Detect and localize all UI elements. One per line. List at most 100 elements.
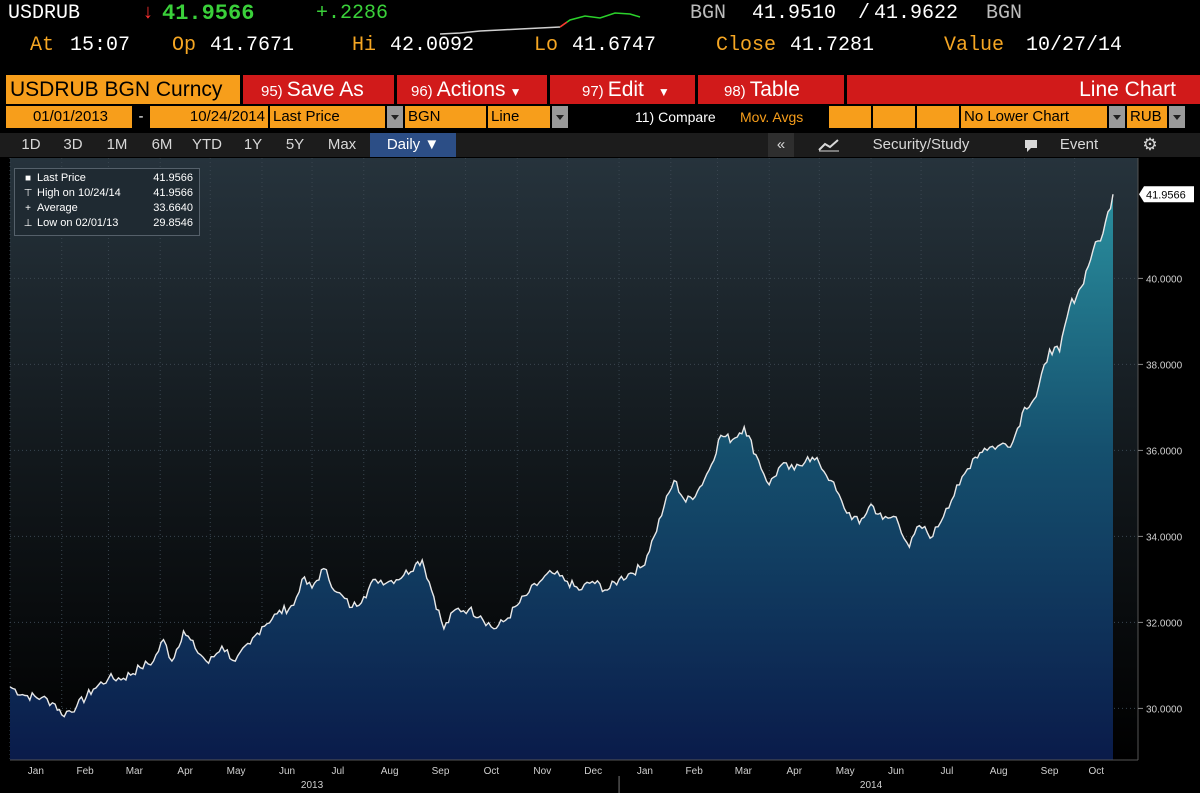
actions-label: Actions (436, 78, 506, 101)
currency-selector[interactable]: RUB (1127, 106, 1167, 128)
legend-row-low: ⊥ Low on 02/01/13 29.8546 (21, 216, 197, 231)
chart-legend[interactable]: ■ Last Price 41.9566 ⊤ High on 10/24/14 … (14, 168, 200, 236)
last-price-tag-label: 41.9566 (1146, 189, 1186, 201)
table-button[interactable]: 98) Table (698, 75, 844, 104)
field-dropdown-icon[interactable] (387, 106, 403, 128)
event-icon[interactable] (1024, 139, 1038, 152)
bid-source: BGN (690, 2, 727, 25)
view-title: Line Chart (847, 75, 1200, 104)
frequency-dropdown[interactable]: Daily ▼ (370, 133, 456, 157)
close-label: Close (716, 34, 777, 57)
table-label: Table (749, 78, 800, 101)
down-arrow-icon: ↓ (142, 2, 155, 25)
legend-low-label: Low on 02/01/13 (37, 217, 119, 229)
compare-button[interactable]: 11) Compare (632, 106, 732, 128)
style-selector[interactable]: Line (488, 106, 550, 128)
tab-max[interactable]: Max (318, 133, 366, 157)
x-tick-label: May (836, 766, 855, 777)
legend-row-average: + Average 33.6640 (21, 201, 197, 216)
price-chart[interactable]: 30.0000 32.0000 34.0000 36.0000 38.0000 40.00… (0, 158, 1200, 793)
collapse-icon[interactable]: « (768, 133, 794, 157)
edit-label: Edit (607, 78, 644, 101)
tab-ytd[interactable]: YTD (186, 133, 228, 157)
lower-chart-dropdown-icon[interactable] (1109, 106, 1125, 128)
y-tick-label: 40.0000 (1146, 274, 1183, 285)
x-tick-label: Apr (177, 766, 193, 777)
y-tick-label: 36.0000 (1146, 446, 1183, 457)
net-change: +.2286 (316, 2, 389, 25)
gear-icon[interactable]: ⚙ (1134, 133, 1166, 157)
at-value: 15:07 (70, 34, 131, 57)
legend-square-icon: ■ (24, 173, 32, 184)
actions-button[interactable]: 96) Actions ▼ (397, 75, 547, 104)
tab-6m[interactable]: 6M (142, 133, 182, 157)
x-tick-label: Jun (888, 766, 904, 777)
x-tick-label: Apr (786, 766, 802, 777)
x-tick-label: Feb (76, 766, 94, 777)
legend-average-label: Average (37, 202, 78, 214)
legend-high-value: 41.9566 (153, 187, 193, 199)
field-selector[interactable]: Last Price (270, 106, 385, 128)
open-label: Op (172, 34, 197, 57)
tab-1d[interactable]: 1D (12, 133, 50, 157)
legend-last-value: 41.9566 (153, 172, 193, 184)
x-tick-label: Jun (279, 766, 295, 777)
blank-field-3[interactable] (917, 106, 959, 128)
x-tick-label: Oct (484, 766, 500, 777)
command-bar: USDRUB BGN Curncy 95) Save As 96) Actions ▼… (0, 75, 1200, 104)
date-dash: - (134, 106, 148, 128)
x-year-label: 2014 (860, 780, 883, 791)
save-as-label: Save As (286, 78, 364, 101)
tab-3d[interactable]: 3D (54, 133, 92, 157)
start-date-field[interactable]: 01/01/2013 (6, 106, 132, 128)
value-date: 10/27/14 (1026, 34, 1123, 57)
tab-5y[interactable]: 5Y (276, 133, 314, 157)
currency-dropdown-icon[interactable] (1169, 106, 1185, 128)
blank-field-2[interactable] (873, 106, 915, 128)
open-value: 41.7671 (210, 34, 295, 57)
style-dropdown-icon[interactable] (552, 106, 568, 128)
y-tick-label: 34.0000 (1146, 532, 1183, 543)
y-tick-label: 30.0000 (1146, 704, 1183, 715)
x-tick-label: Mar (735, 766, 753, 777)
y-tick-label: 32.0000 (1146, 618, 1183, 629)
save-as-button[interactable]: 95) Save As (243, 75, 394, 104)
chart-canvas[interactable]: 30.0000 32.0000 34.0000 36.0000 38.0000 40.00… (0, 158, 1200, 793)
ask: 41.9622 (874, 2, 959, 25)
ask-source: BGN (986, 2, 1023, 25)
chart-controls: 01/01/2013 - 10/24/2014 Last Price BGN L… (0, 106, 1200, 130)
at-label: At (30, 34, 55, 57)
x-tick-label: Jan (637, 766, 653, 777)
legend-high-icon: ⊤ (23, 188, 33, 199)
blank-field-1[interactable] (829, 106, 871, 128)
tab-1y[interactable]: 1Y (234, 133, 272, 157)
security-study-button[interactable]: Security/Study (846, 133, 996, 157)
x-tick-label: Jan (28, 766, 44, 777)
chart-study-icon[interactable] (818, 138, 840, 152)
x-tick-label: Feb (686, 766, 704, 777)
end-date-field[interactable]: 10/24/2014 (150, 106, 268, 128)
save-as-number: 95) (261, 83, 283, 100)
low-label: Lo (534, 34, 559, 57)
high-value: 42.0092 (390, 34, 475, 57)
x-tick-label: Jul (941, 766, 954, 777)
lower-chart-selector[interactable]: No Lower Chart (961, 106, 1107, 128)
x-tick-label: May (227, 766, 246, 777)
actions-number: 96) (411, 83, 433, 100)
high-label: Hi (352, 34, 377, 57)
studies-button[interactable]: Mov. Avgs (737, 106, 827, 128)
x-tick-label: Jul (331, 766, 344, 777)
legend-row-high: ⊤ High on 10/24/14 41.9566 (21, 186, 197, 201)
x-year-label: 2013 (301, 780, 324, 791)
security-field[interactable]: USDRUB BGN Curncy (6, 75, 240, 104)
event-button[interactable]: Event (1044, 133, 1114, 157)
legend-low-value: 29.8546 (153, 217, 193, 229)
legend-high-label: High on 10/24/14 (37, 187, 121, 199)
edit-button[interactable]: 97) Edit ▼ (550, 75, 695, 104)
legend-average-icon: + (25, 203, 31, 214)
close-value: 41.7281 (790, 34, 875, 57)
ticker[interactable]: USDRUB (8, 0, 80, 28)
x-axis-ticks: Jan Feb Mar Apr May Jun Jul Aug Sep Oct Nov Dec Jan F… (28, 766, 1104, 793)
tab-1m[interactable]: 1M (96, 133, 138, 157)
source-selector[interactable]: BGN (405, 106, 486, 128)
